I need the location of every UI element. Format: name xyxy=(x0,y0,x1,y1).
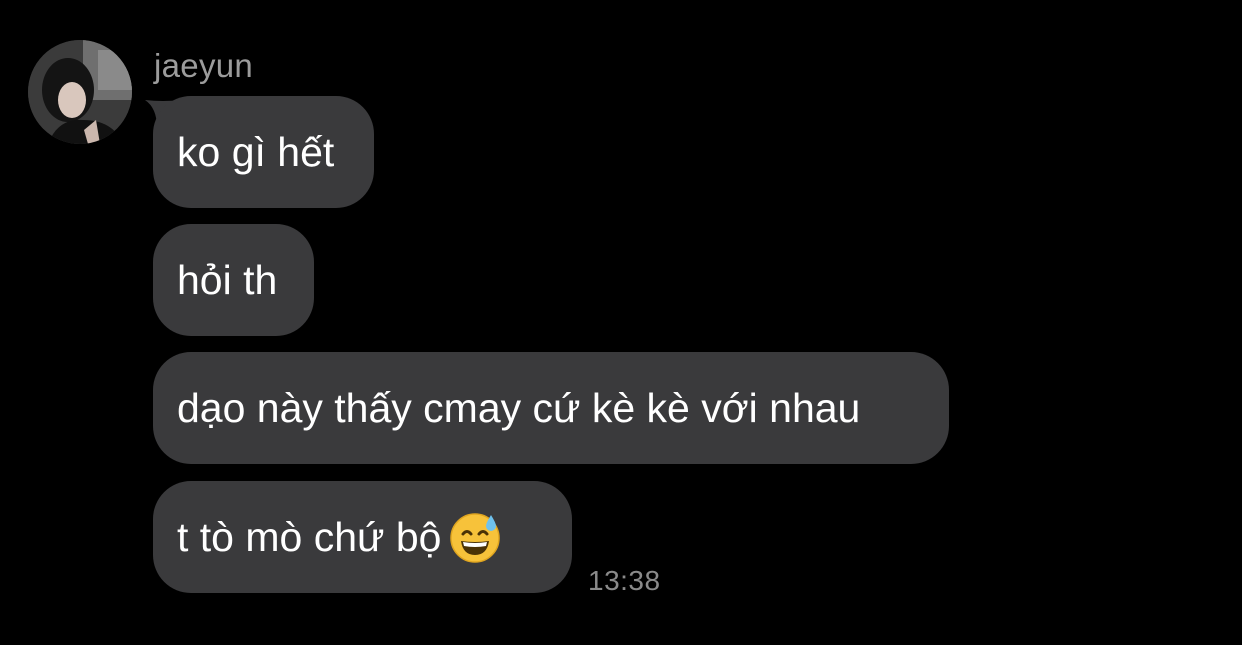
grinning-face-with-sweat-icon xyxy=(450,513,501,563)
message-text: t tò mò chứ bộ xyxy=(177,513,442,560)
message-text: ko gì hết xyxy=(177,128,335,175)
message-bubble[interactable]: ko gì hết xyxy=(153,96,374,208)
message-timestamp: 13:38 xyxy=(588,565,661,596)
message-bubble[interactable]: dạo này thấy cmay cứ kè kè với nhau xyxy=(153,352,949,464)
message-bubble[interactable]: t tò mò chứ bộ xyxy=(153,481,572,593)
message-bubble[interactable]: hỏi th xyxy=(153,224,314,336)
avatar[interactable] xyxy=(28,40,132,144)
message-text: hỏi th xyxy=(177,256,278,303)
message-text: dạo này thấy cmay cứ kè kè với nhau xyxy=(177,384,861,431)
profile-photo xyxy=(28,40,132,144)
sender-name: jaeyun xyxy=(154,47,254,84)
